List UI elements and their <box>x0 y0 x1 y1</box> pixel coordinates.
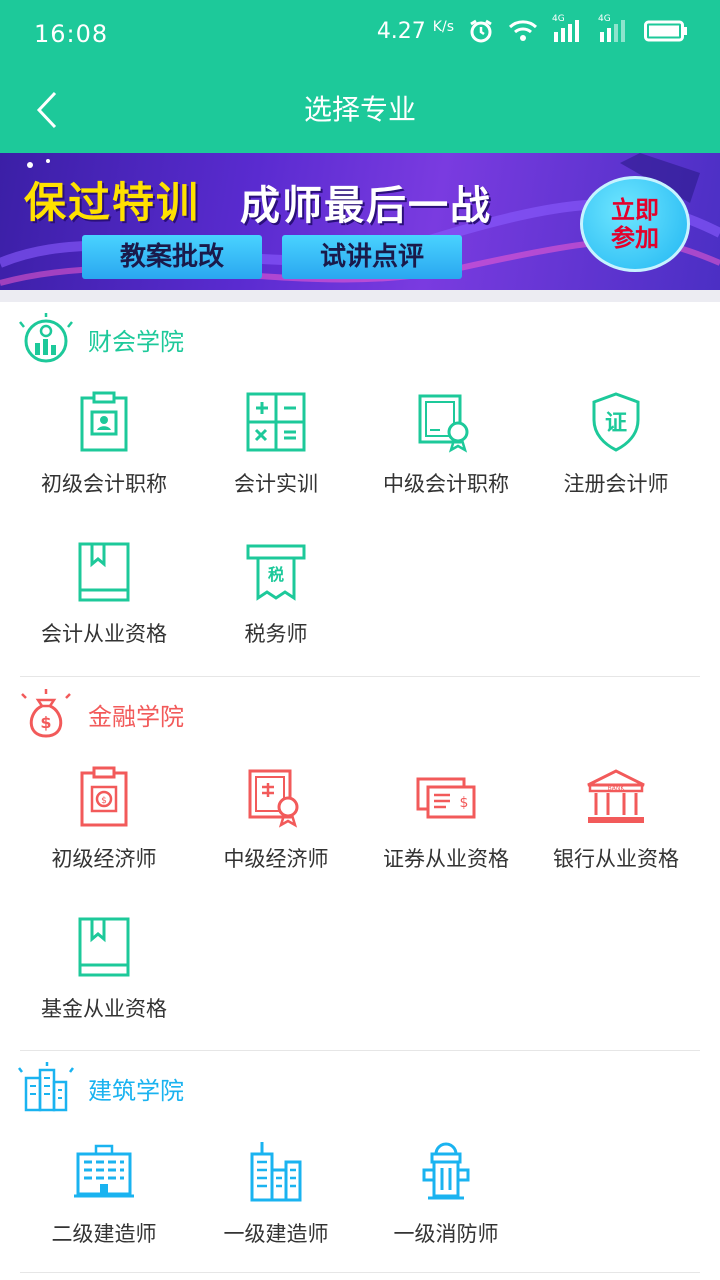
divider <box>20 1272 700 1273</box>
battery-icon <box>644 20 687 42</box>
money-bag-icon: $ <box>21 689 71 738</box>
wifi-icon <box>508 20 538 41</box>
major-item[interactable]: 中级经济师 <box>190 765 362 873</box>
calculator-icon <box>246 392 306 452</box>
major-item[interactable]: 会计实训 <box>190 390 362 498</box>
svg-text:$: $ <box>460 795 469 811</box>
securities-ticket-icon: $ <box>416 777 476 819</box>
status-right: 4.27 K/s 4G 4G <box>376 14 688 44</box>
major-item[interactable]: 一级建造师 <box>190 1140 362 1248</box>
skyscraper-icon <box>250 1142 302 1202</box>
promo-banner[interactable]: 保过特训 成师最后一战 教案批改 试讲点评 立即 参加 <box>0 153 720 290</box>
signal-1-icon: 4G <box>552 14 584 44</box>
major-item[interactable]: 会计从业资格 <box>18 540 190 648</box>
signal-2-icon: 4G <box>598 14 630 44</box>
clipboard-id-icon <box>80 391 128 452</box>
book-bookmark-icon <box>78 542 130 602</box>
alarm-icon <box>470 19 492 43</box>
major-item[interactable]: BANK 银行从业资格 <box>530 765 702 873</box>
tax-receipt-icon: 税 <box>246 544 306 601</box>
divider <box>20 1050 700 1051</box>
major-item[interactable]: 基金从业资格 <box>18 915 190 1023</box>
banner-headline: 保过特训 <box>24 178 201 227</box>
major-item[interactable]: $ 证券从业资格 <box>360 765 532 873</box>
section-construction-header: 建筑学院 <box>18 1058 184 1118</box>
major-item[interactable]: 二级建造师 <box>18 1140 190 1248</box>
section-spacer <box>0 290 720 302</box>
major-item[interactable]: 中级会计职称 <box>360 390 532 498</box>
section-accounting-header: 财会学院 <box>18 309 184 369</box>
section-title: 建筑学院 <box>88 1076 184 1105</box>
finance-certificate-icon <box>248 769 299 828</box>
svg-text:税: 税 <box>268 565 284 584</box>
coin-chart-icon <box>19 313 73 363</box>
major-item[interactable]: 初级会计职称 <box>18 390 190 498</box>
section-finance-header: $ 金融学院 <box>18 684 184 744</box>
fund-book-icon <box>78 917 130 977</box>
major-item[interactable]: 税 税务师 <box>190 540 362 648</box>
status-bar: 16:08 4.27 K/s 4G 4G <box>0 0 720 70</box>
major-item[interactable]: 证 注册会计师 <box>530 390 702 498</box>
section-title: 金融学院 <box>88 702 184 731</box>
shield-cert-icon: 证 <box>592 392 640 452</box>
major-item[interactable]: 一级消防师 <box>360 1140 532 1248</box>
banner-tag-lesson-plan: 教案批改 <box>82 235 262 279</box>
svg-text:$: $ <box>101 796 107 806</box>
building-icon <box>18 1062 74 1112</box>
divider <box>20 676 700 677</box>
banner-tag-trial-lecture: 试讲点评 <box>282 235 462 279</box>
certificate-icon <box>418 394 469 453</box>
fire-hydrant-icon <box>422 1142 470 1200</box>
page-title: 选择专业 <box>303 93 416 126</box>
svg-text:$: $ <box>40 713 51 732</box>
office-building-icon <box>74 1144 134 1198</box>
major-item[interactable]: $ 初级经济师 <box>18 765 190 873</box>
svg-text:证: 证 <box>605 411 627 436</box>
section-title: 财会学院 <box>88 327 184 356</box>
svg-text:BANK: BANK <box>608 785 626 792</box>
network-speed: 4.27 K/s <box>376 18 454 44</box>
status-time: 16:08 <box>34 20 109 48</box>
clipboard-coin-icon: $ <box>80 766 128 827</box>
banner-subline: 成师最后一战 <box>240 183 492 229</box>
nav-bar: 选择专业 <box>0 70 720 153</box>
bank-building-icon: BANK <box>587 769 645 823</box>
join-now-button[interactable]: 立即 参加 <box>580 176 690 272</box>
